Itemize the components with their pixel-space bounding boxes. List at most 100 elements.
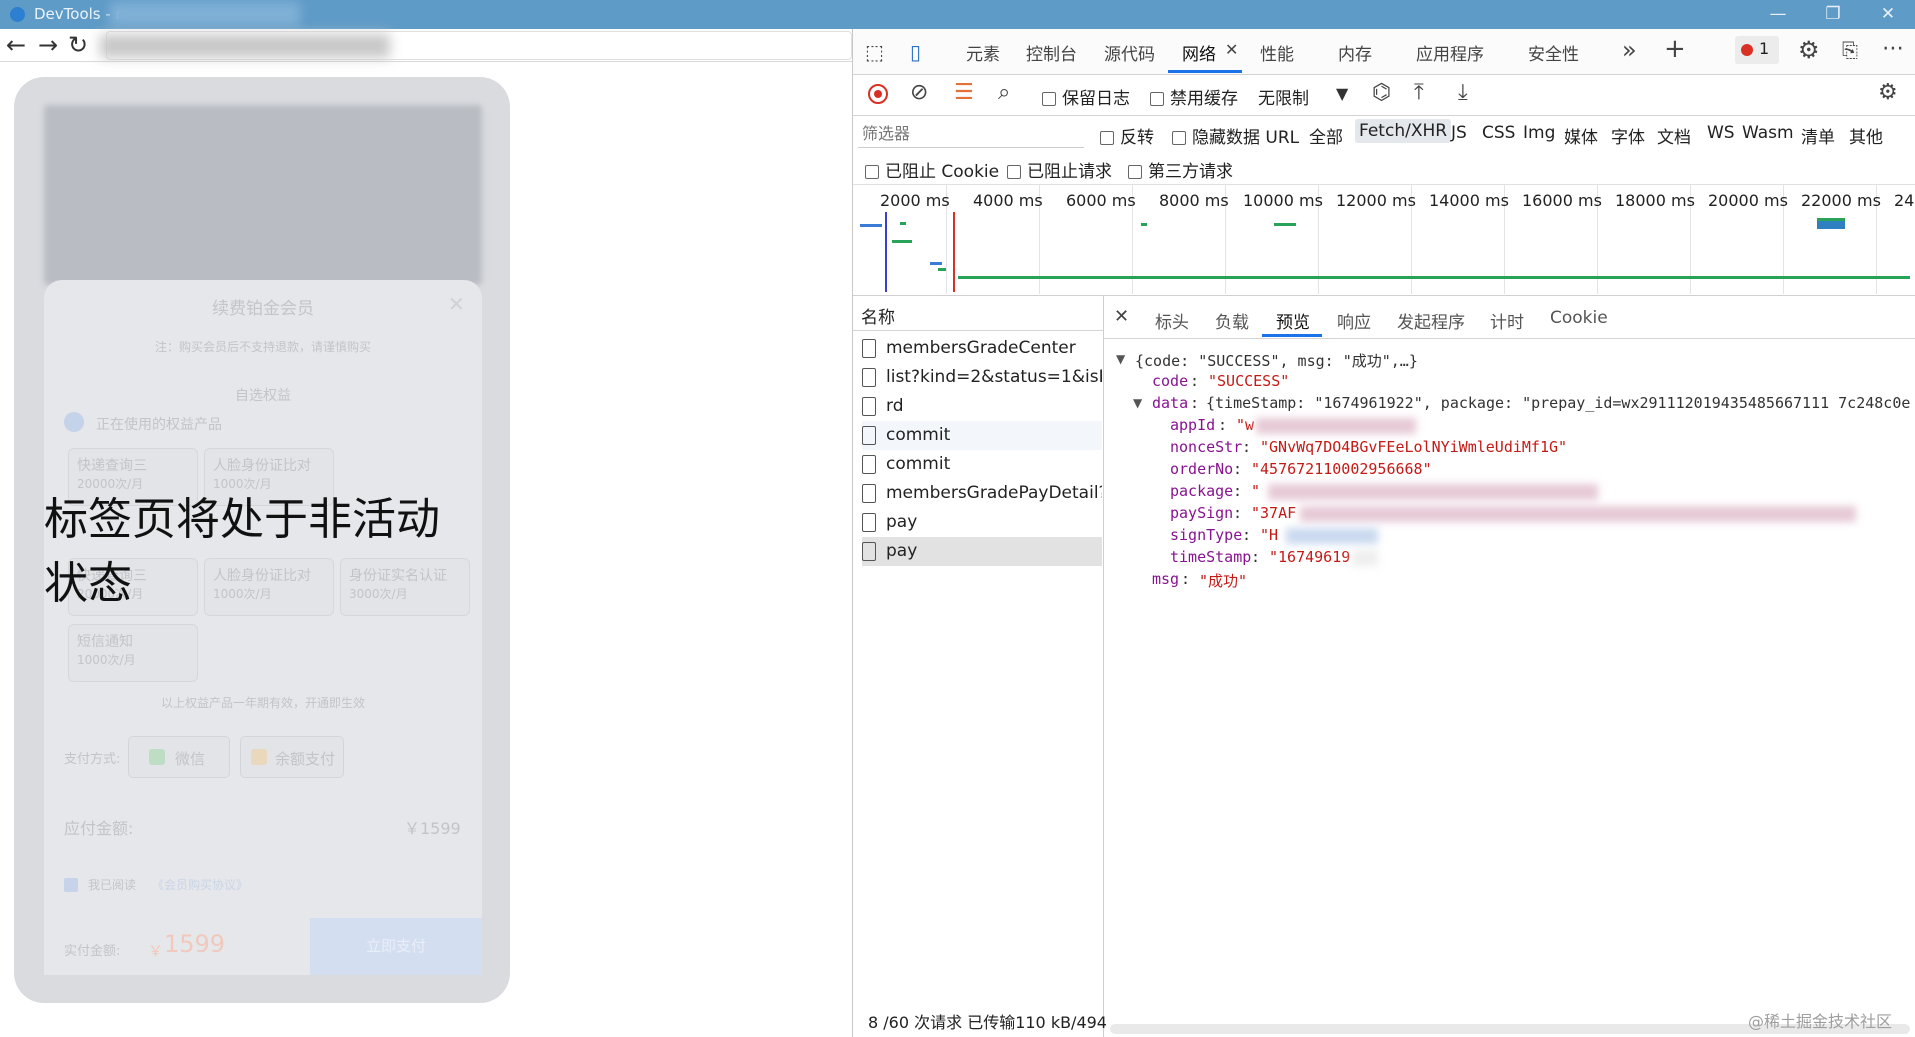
tab-elements[interactable]: 元素 bbox=[966, 40, 1000, 65]
more-options-icon[interactable]: ⋯ bbox=[1882, 36, 1904, 61]
tab-inactive-notice: 标签页将处于非活动状态 bbox=[44, 494, 440, 609]
close-tab-icon[interactable]: ✕ bbox=[1225, 40, 1238, 59]
tab-cookies[interactable]: Cookie bbox=[1550, 308, 1608, 328]
json-colon: : bbox=[1190, 394, 1200, 412]
modal-close-icon[interactable]: ✕ bbox=[448, 292, 465, 316]
hide-data-urls-checkbox[interactable]: 隐藏数据 URL bbox=[1172, 123, 1299, 148]
tab-payload[interactable]: 负载 bbox=[1215, 308, 1249, 333]
network-status-summary: 8 /60 次请求 已传输110 kB/494 bbox=[868, 1013, 1107, 1032]
type-filter-fetch-xhr[interactable]: Fetch/XHR bbox=[1355, 119, 1452, 143]
expand-triangle-icon[interactable]: ▼ bbox=[1133, 396, 1142, 410]
export-har-icon[interactable]: ⤓ bbox=[1458, 80, 1468, 105]
type-filter-css[interactable]: CSS bbox=[1482, 123, 1515, 143]
edge-logo-icon bbox=[10, 7, 25, 22]
chevron-down-icon[interactable]: ▼ bbox=[1336, 84, 1348, 103]
close-detail-icon[interactable]: ✕ bbox=[1114, 306, 1129, 327]
tab-sources[interactable]: 源代码 bbox=[1104, 40, 1155, 65]
json-key: orderNo bbox=[1170, 460, 1234, 478]
search-icon[interactable]: ⌕ bbox=[998, 80, 1010, 105]
agree-checkbox[interactable] bbox=[64, 878, 78, 892]
type-filter-manifest[interactable]: 清单 bbox=[1801, 123, 1835, 148]
json-value: "16749619 bbox=[1269, 548, 1351, 566]
wechat-icon bbox=[149, 749, 165, 765]
tab-preview[interactable]: 预览 bbox=[1276, 308, 1310, 333]
request-row[interactable]: membersGradePayDetail?g... bbox=[862, 479, 1102, 508]
reload-icon[interactable]: ↻ bbox=[68, 31, 88, 59]
throttle-select[interactable]: 无限制 bbox=[1258, 84, 1309, 109]
device-toolbar-icon[interactable]: ▯ bbox=[910, 40, 921, 64]
filter-icon[interactable]: ☰ bbox=[954, 80, 974, 105]
type-filter-all[interactable]: 全部 bbox=[1309, 123, 1343, 148]
pay-wechat-option[interactable]: 微信 bbox=[128, 736, 230, 778]
type-filter-doc[interactable]: 文档 bbox=[1657, 123, 1691, 148]
request-row-selected[interactable]: pay bbox=[862, 537, 1102, 566]
amount-due-label: 应付金额: bbox=[64, 819, 134, 838]
tab-network[interactable]: 网络 bbox=[1182, 40, 1216, 65]
customize-icon[interactable]: ⎘ bbox=[1842, 38, 1858, 62]
blocked-cookies-checkbox[interactable]: 已阻止 Cookie bbox=[865, 157, 999, 182]
type-filter-wasm[interactable]: Wasm bbox=[1742, 123, 1794, 143]
timeline-tick: 18000 ms bbox=[1615, 191, 1695, 210]
restore-icon[interactable]: ❐ bbox=[1810, 0, 1856, 29]
close-window-icon[interactable]: ✕ bbox=[1865, 0, 1911, 29]
timeline-tick: 10000 ms bbox=[1243, 191, 1323, 210]
request-row[interactable]: commit bbox=[862, 421, 1102, 450]
type-filter-media[interactable]: 媒体 bbox=[1564, 123, 1598, 148]
timeline-tick: 16000 ms bbox=[1522, 191, 1602, 210]
request-row[interactable]: membersGradeCenter bbox=[862, 334, 1102, 363]
agree-link[interactable]: 《会员购买协议》 bbox=[152, 876, 248, 893]
tab-response[interactable]: 响应 bbox=[1337, 308, 1371, 333]
clear-icon[interactable]: ⊘ bbox=[910, 80, 928, 105]
add-tab-icon[interactable]: + bbox=[1664, 34, 1686, 64]
expand-triangle-icon[interactable]: ▼ bbox=[1116, 352, 1125, 366]
error-badge[interactable]: 1 bbox=[1735, 36, 1779, 64]
json-key: paySign bbox=[1170, 504, 1234, 522]
blocked-requests-checkbox[interactable]: 已阻止请求 bbox=[1007, 157, 1112, 182]
third-party-checkbox[interactable]: 第三方请求 bbox=[1128, 157, 1233, 182]
inspect-element-icon[interactable]: ⬚ bbox=[865, 40, 884, 64]
request-row[interactable]: pay bbox=[862, 508, 1102, 537]
back-arrow-icon[interactable]: ← bbox=[6, 31, 26, 59]
tab-application[interactable]: 应用程序 bbox=[1416, 40, 1484, 65]
tab-security[interactable]: 安全性 bbox=[1528, 40, 1579, 65]
type-filter-font[interactable]: 字体 bbox=[1611, 123, 1645, 148]
request-row[interactable]: list?kind=2&status=1&isD... bbox=[862, 363, 1102, 392]
blurred-url bbox=[100, 34, 390, 58]
active-tab-indicator bbox=[1168, 70, 1242, 73]
invert-checkbox[interactable]: 反转 bbox=[1100, 123, 1154, 148]
more-tabs-icon[interactable]: » bbox=[1622, 36, 1637, 64]
request-row[interactable]: commit bbox=[862, 450, 1102, 479]
network-conditions-icon[interactable]: ⌬ bbox=[1372, 80, 1391, 105]
network-settings-icon[interactable]: ⚙ bbox=[1878, 80, 1898, 105]
tab-headers[interactable]: 标头 bbox=[1155, 308, 1189, 333]
minimize-icon[interactable]: — bbox=[1755, 0, 1801, 29]
timeline-tick: 8000 ms bbox=[1159, 191, 1229, 210]
settings-gear-icon[interactable]: ⚙ bbox=[1798, 36, 1820, 64]
preserve-log-checkbox[interactable]: 保留日志 bbox=[1042, 84, 1130, 109]
name-column-header[interactable]: 名称 bbox=[853, 296, 1103, 331]
filter-input[interactable]: 筛选器 bbox=[858, 121, 1084, 148]
tab-timing[interactable]: 计时 bbox=[1490, 308, 1524, 333]
type-filter-js[interactable]: JS bbox=[1451, 123, 1467, 143]
disable-cache-checkbox[interactable]: 禁用缓存 bbox=[1150, 84, 1238, 109]
timeline-tick: 22000 ms bbox=[1801, 191, 1881, 210]
pay-balance-option[interactable]: 余额支付 bbox=[240, 736, 344, 778]
product-card[interactable]: 短信通知 1000次/月 bbox=[68, 624, 198, 682]
tab-memory[interactable]: 内存 bbox=[1338, 40, 1372, 65]
redacted-value bbox=[1300, 506, 1856, 522]
type-filter-other[interactable]: 其他 bbox=[1849, 123, 1883, 148]
type-filter-img[interactable]: Img bbox=[1523, 123, 1555, 143]
forward-arrow-icon[interactable]: → bbox=[38, 31, 58, 59]
record-icon[interactable] bbox=[868, 84, 888, 104]
json-key: data bbox=[1152, 394, 1189, 412]
window-titlebar: DevTools - r — ❐ ✕ bbox=[0, 0, 1915, 29]
modal-title: 续费铂金会员 bbox=[212, 299, 314, 319]
tab-console[interactable]: 控制台 bbox=[1026, 40, 1077, 65]
json-colon: : bbox=[1233, 504, 1243, 522]
type-filter-ws[interactable]: WS bbox=[1707, 123, 1735, 143]
tab-initiator[interactable]: 发起程序 bbox=[1397, 308, 1465, 333]
tab-performance[interactable]: 性能 bbox=[1260, 40, 1294, 65]
import-har-icon[interactable]: ⤒ bbox=[1414, 80, 1424, 105]
pay-now-button[interactable]: 立即支付 bbox=[310, 918, 482, 975]
request-row[interactable]: rd bbox=[862, 392, 1102, 421]
